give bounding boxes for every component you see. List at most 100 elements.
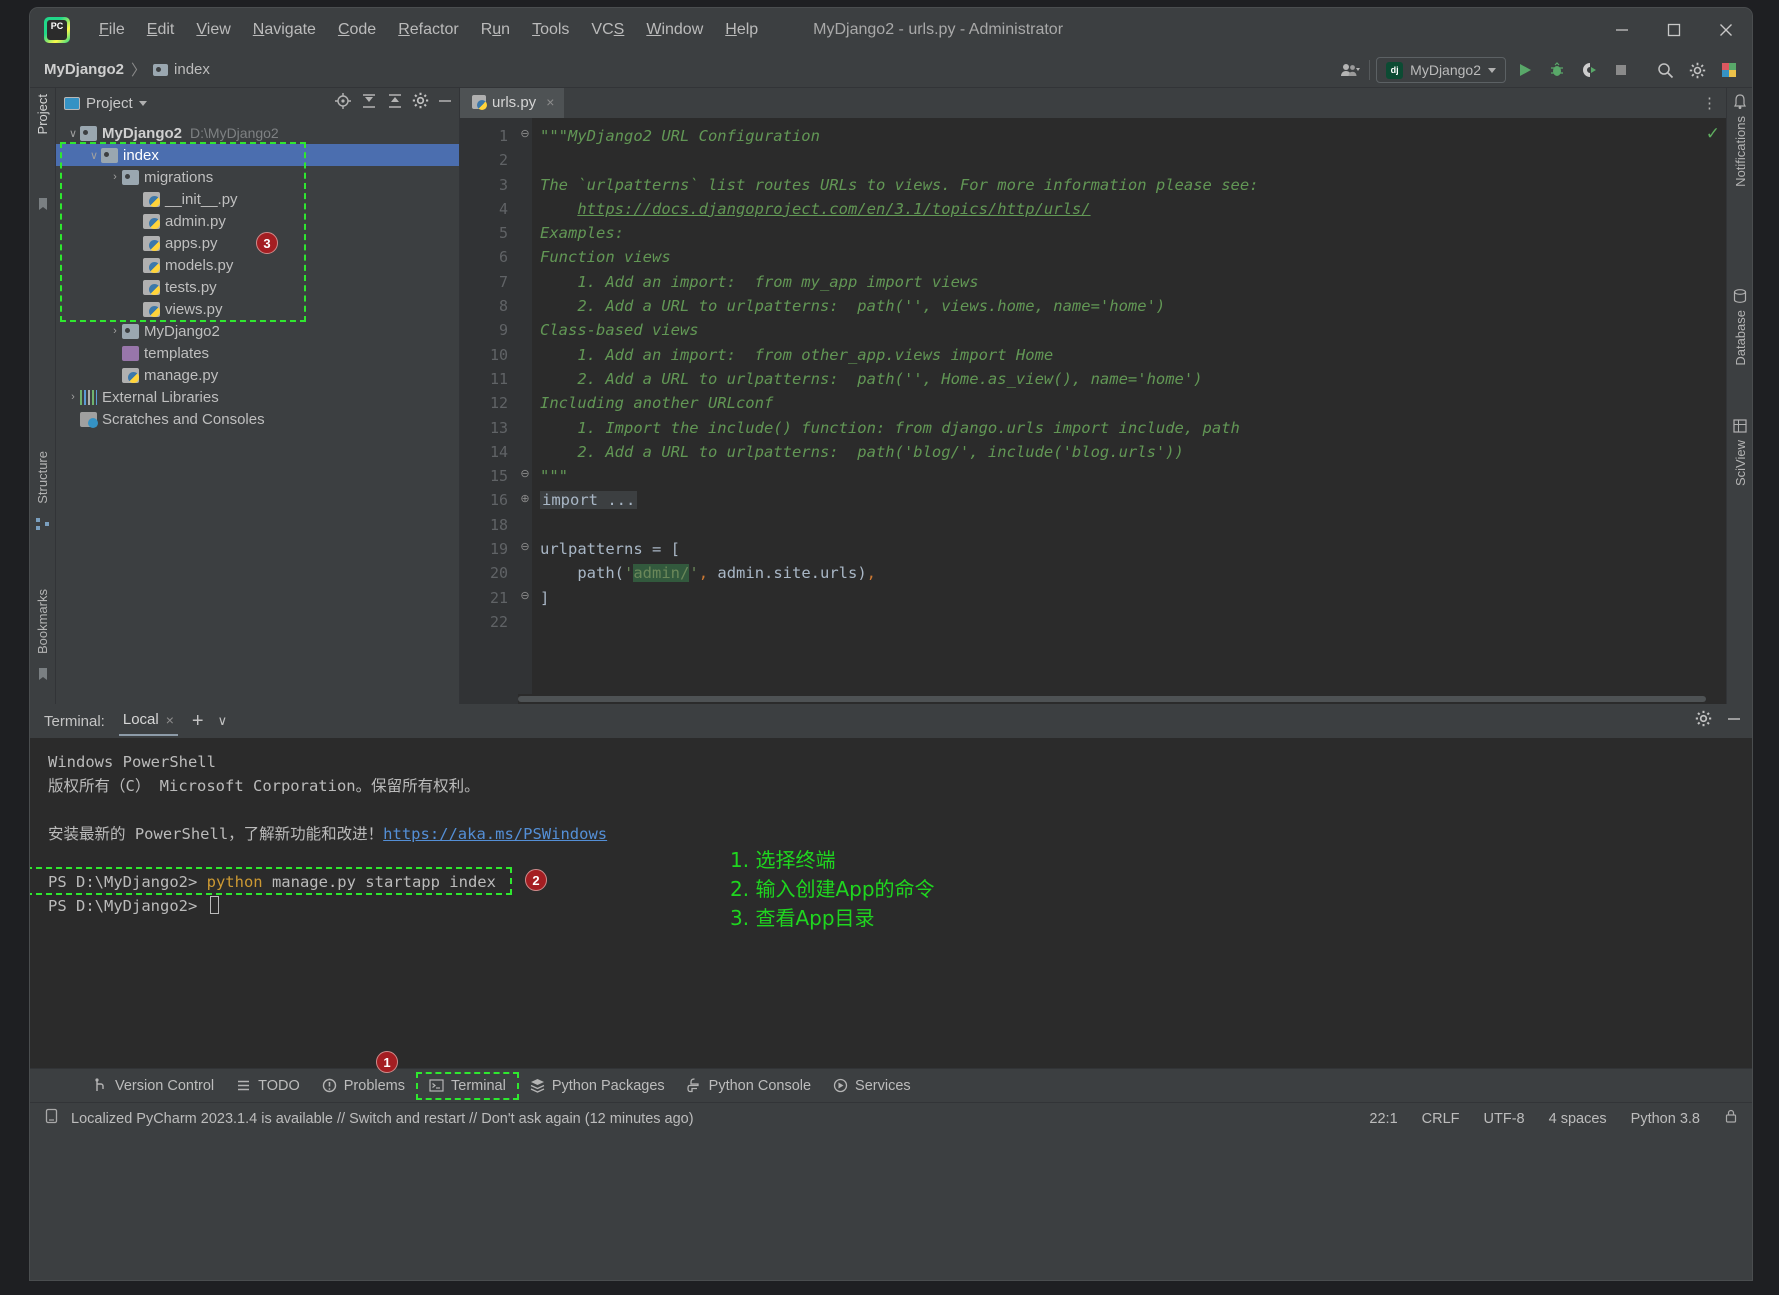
notifications-strip-icon[interactable] — [1732, 94, 1748, 110]
tree-item-models-py[interactable]: models.py — [56, 254, 459, 276]
search-icon[interactable] — [1652, 57, 1678, 83]
indent-setting[interactable]: 4 spaces — [1549, 1111, 1607, 1127]
python-interpreter[interactable]: Python 3.8 — [1631, 1111, 1700, 1127]
status-message[interactable]: Localized PyCharm 2023.1.4 is available … — [71, 1111, 694, 1127]
strip-label-bookmarks[interactable]: Bookmarks — [35, 589, 50, 654]
gear-icon[interactable] — [412, 92, 429, 114]
bottom-tab-services[interactable]: Services — [822, 1074, 922, 1098]
inspection-status-icon[interactable]: ✓ — [1706, 124, 1720, 144]
editor-tab-options-icon[interactable]: ⋮ — [1702, 94, 1718, 112]
debug-icon[interactable] — [1544, 57, 1570, 83]
sciview-strip-icon[interactable] — [1732, 418, 1748, 434]
menu-window[interactable]: Window — [635, 17, 714, 43]
fold-toggle-icon[interactable]: ⊖ — [520, 590, 530, 602]
code-line[interactable]: The `urlpatterns` list routes URLs to vi… — [540, 173, 1726, 197]
close-icon[interactable]: × — [166, 712, 174, 728]
code-line[interactable]: 1. Import the include() function: from d… — [540, 416, 1726, 440]
chevron-down-icon[interactable]: ∨ — [218, 713, 228, 729]
bottom-tab-python-packages[interactable]: Python Packages — [519, 1074, 676, 1098]
bottom-tab-todo[interactable]: TODO — [225, 1074, 311, 1098]
settings-icon[interactable] — [1684, 57, 1710, 83]
database-strip-icon[interactable] — [1732, 288, 1748, 304]
chevron-down-icon[interactable] — [138, 100, 147, 106]
tree-twisty-icon[interactable]: › — [108, 325, 122, 337]
tree-item-templates[interactable]: templates — [56, 342, 459, 364]
fold-toggle-icon[interactable]: ⊖ — [520, 129, 530, 140]
hide-icon[interactable] — [437, 93, 453, 114]
coverage-icon[interactable] — [1576, 57, 1602, 83]
terminal-output[interactable]: Windows PowerShell 版权所有（C） Microsoft Corp… — [30, 738, 1752, 1068]
code-line[interactable]: urlpatterns = [ — [540, 537, 1726, 561]
tree-item-views-py[interactable]: views.py — [56, 298, 459, 320]
memory-icon[interactable] — [44, 1108, 59, 1129]
tree-twisty-icon[interactable]: › — [66, 391, 80, 403]
code-line[interactable]: 2. Add a URL to urlpatterns: path('blog/… — [540, 440, 1726, 464]
code-line[interactable]: """MyDjango2 URL Configuration — [540, 124, 1726, 148]
maximize-icon[interactable] — [1648, 8, 1700, 52]
menu-view[interactable]: View — [185, 17, 241, 43]
collapse-all-icon[interactable] — [386, 92, 404, 115]
menu-navigate[interactable]: Navigate — [242, 17, 327, 43]
menu-refactor[interactable]: Refactor — [387, 17, 469, 43]
breadcrumb-folder[interactable]: index — [174, 61, 210, 78]
tree-item--init-py[interactable]: __init__.py — [56, 188, 459, 210]
line-separator[interactable]: CRLF — [1422, 1111, 1460, 1127]
tree-item-mydjango2[interactable]: ∨ MyDjango2 D:\MyDjango2 — [56, 122, 459, 144]
user-group-icon[interactable] — [1337, 57, 1363, 83]
menu-file[interactable]: File — [88, 17, 136, 43]
strip-label-project[interactable]: Project — [35, 94, 50, 134]
bottom-tab-problems[interactable]: Problems — [311, 1074, 416, 1098]
project-tree[interactable]: ∨ MyDjango2 D:\MyDjango2 ∨ index › migrations _… — [56, 118, 459, 704]
powershell-link[interactable]: https://aka.ms/PSWindows — [383, 825, 607, 843]
bookmarks-strip-icon-2[interactable] — [35, 666, 51, 682]
run-icon[interactable] — [1512, 57, 1538, 83]
tree-item-migrations[interactable]: › migrations — [56, 166, 459, 188]
code-content[interactable]: """MyDjango2 URL Configuration The `urlp… — [532, 118, 1726, 704]
code-line[interactable]: 1. Add an import: from my_app import vie… — [540, 270, 1726, 294]
tree-item-mydjango2[interactable]: › MyDjango2 — [56, 320, 459, 342]
caret-position[interactable]: 22:1 — [1369, 1111, 1397, 1127]
close-icon[interactable] — [1700, 8, 1752, 52]
run-configuration-selector[interactable]: dj MyDjango2 — [1376, 57, 1506, 83]
scrollbar-thumb[interactable] — [518, 696, 1706, 702]
tree-item-manage-py[interactable]: manage.py — [56, 364, 459, 386]
code-line[interactable]: ] — [540, 586, 1726, 610]
stop-icon[interactable] — [1608, 57, 1634, 83]
code-line[interactable]: path('admin/', admin.site.urls), — [540, 561, 1726, 585]
strip-label-sciview[interactable]: SciView — [1733, 440, 1748, 486]
code-line[interactable]: 2. Add a URL to urlpatterns: path('', vi… — [540, 294, 1726, 318]
code-line[interactable]: import ... — [540, 488, 1726, 512]
editor-tab-urls-py[interactable]: urls.py × — [460, 88, 565, 118]
bottom-tab-terminal[interactable]: Terminal — [416, 1071, 519, 1100]
fold-toggle-icon[interactable]: ⊖ — [520, 542, 530, 553]
close-icon[interactable]: × — [546, 94, 554, 110]
code-line[interactable]: """ — [540, 464, 1726, 488]
code-line[interactable]: Function views — [540, 245, 1726, 269]
editor-horizontal-scrollbar[interactable] — [518, 694, 1726, 704]
tree-twisty-icon[interactable]: ∨ — [87, 149, 101, 162]
menu-code[interactable]: Code — [327, 17, 387, 43]
tree-item-scratches-and-consoles[interactable]: Scratches and Consoles — [56, 408, 459, 430]
strip-label-structure[interactable]: Structure — [35, 451, 50, 504]
menu-tools[interactable]: Tools — [521, 17, 580, 43]
tree-item-admin-py[interactable]: admin.py — [56, 210, 459, 232]
code-line[interactable]: Class-based views — [540, 318, 1726, 342]
structure-strip-icon[interactable] — [35, 516, 51, 532]
code-line[interactable] — [540, 610, 1726, 634]
locate-icon[interactable] — [334, 92, 352, 115]
code-line[interactable]: https://docs.djangoproject.com/en/3.1/to… — [540, 197, 1726, 221]
terminal-tab-local[interactable]: Local × — [118, 706, 178, 736]
code-line[interactable]: Examples: — [540, 221, 1726, 245]
fold-toggle-icon[interactable]: ⊖ — [520, 469, 530, 480]
code-line[interactable]: 2. Add a URL to urlpatterns: path('', Ho… — [540, 367, 1726, 391]
code-line[interactable]: 1. Add an import: from other_app.views i… — [540, 343, 1726, 367]
tree-item-index[interactable]: ∨ index — [56, 144, 459, 166]
code-folding-gutter[interactable]: ⊖ ⊖ ⊕ ⊖ ⊖ — [518, 118, 532, 704]
bottom-tab-version-control[interactable]: Version Control — [82, 1074, 225, 1098]
file-encoding[interactable]: UTF-8 — [1484, 1111, 1525, 1127]
tree-twisty-icon[interactable]: ∨ — [66, 127, 80, 140]
code-line[interactable] — [540, 148, 1726, 172]
menu-vcs[interactable]: VCS — [580, 17, 635, 43]
fold-toggle-icon[interactable]: ⊕ — [520, 493, 530, 505]
expand-all-icon[interactable] — [360, 92, 378, 115]
